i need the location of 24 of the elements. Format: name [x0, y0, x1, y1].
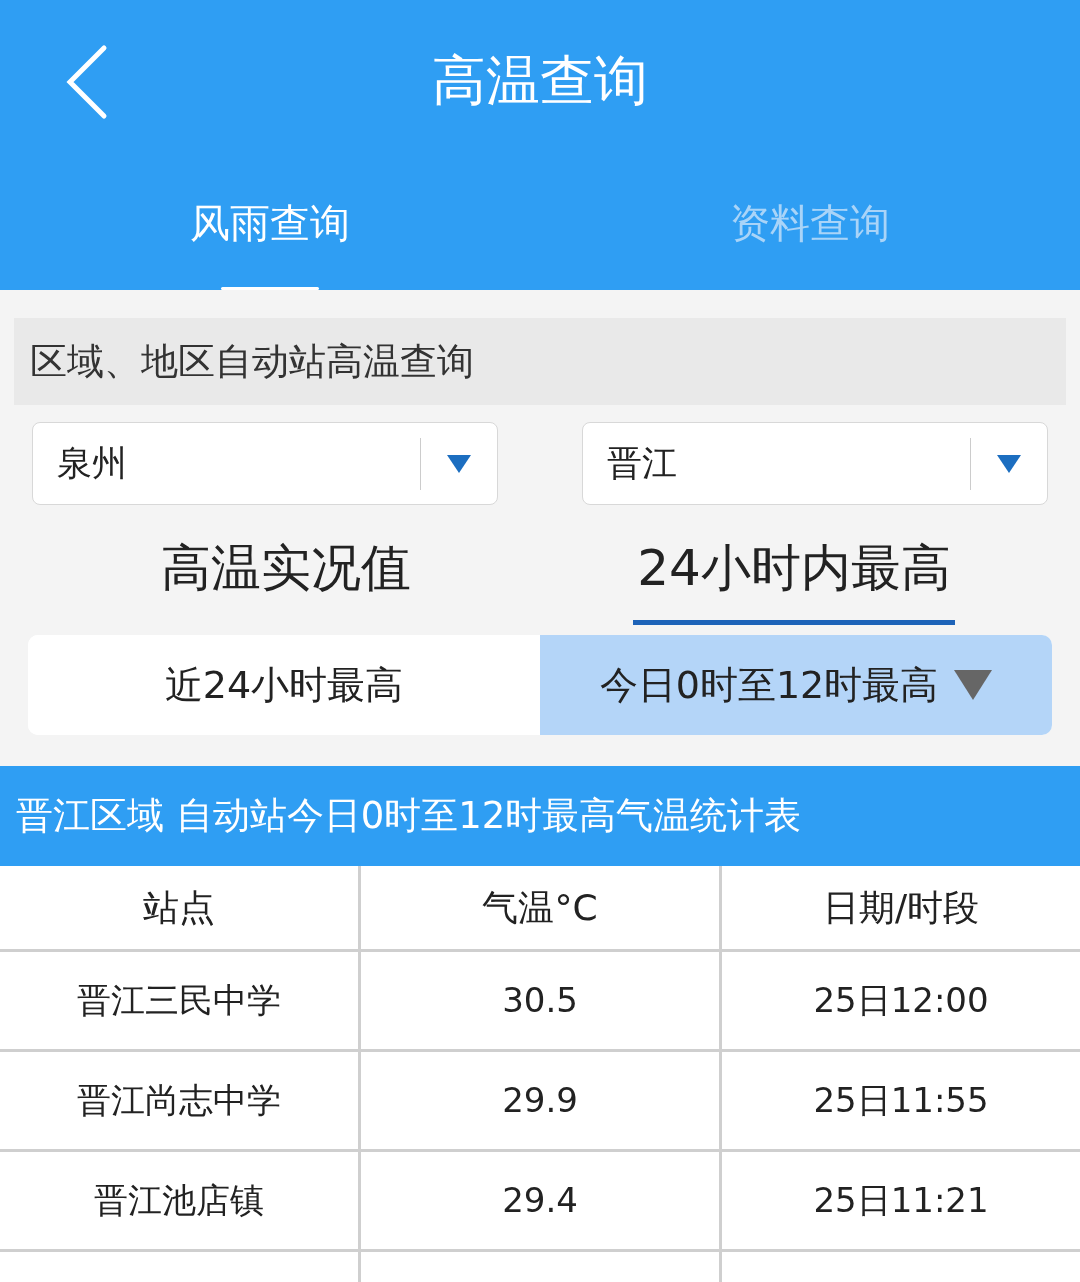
period-option[interactable]: 今日0时至12时最高 — [540, 635, 1052, 735]
table-cell: 29.4 — [361, 1152, 722, 1249]
section-title: 区域、地区自动站高温查询 — [14, 318, 1066, 405]
table-cell: 晋江三民中学 — [0, 952, 361, 1049]
table-cell: 晋江尚志中学 — [0, 1052, 361, 1149]
table-cell-text: 25日12:00 — [812, 979, 990, 1022]
table-cell: 29.9 — [361, 1052, 722, 1149]
select-field[interactable]: 泉州 — [32, 422, 498, 505]
view-tab[interactable]: 24小时内最高 — [540, 505, 1048, 635]
dropdown-caret-icon — [997, 454, 1021, 473]
table-title: 晋江区域 自动站今日0时至12时最高气温统计表 — [0, 766, 1080, 866]
view-tab[interactable]: 高温实况值 — [32, 505, 540, 635]
select-field[interactable]: 晋江 — [582, 422, 1048, 505]
caret-icon — [954, 670, 993, 700]
column-header: 日期/时段 — [821, 885, 981, 930]
table-cell-text: 25日11:21 — [812, 1179, 990, 1222]
table-cell: 30.5 — [361, 952, 722, 1049]
column-header: 气温°C — [361, 866, 722, 949]
dropdown-caret-icon — [447, 454, 471, 473]
back-icon[interactable] — [64, 44, 108, 120]
page-title: 高温查询 — [432, 48, 648, 114]
table-cell: 晋江池店镇 — [0, 1152, 361, 1249]
table-cell-text: 25日11:55 — [812, 1079, 990, 1122]
column-header: 站点 — [0, 866, 361, 949]
